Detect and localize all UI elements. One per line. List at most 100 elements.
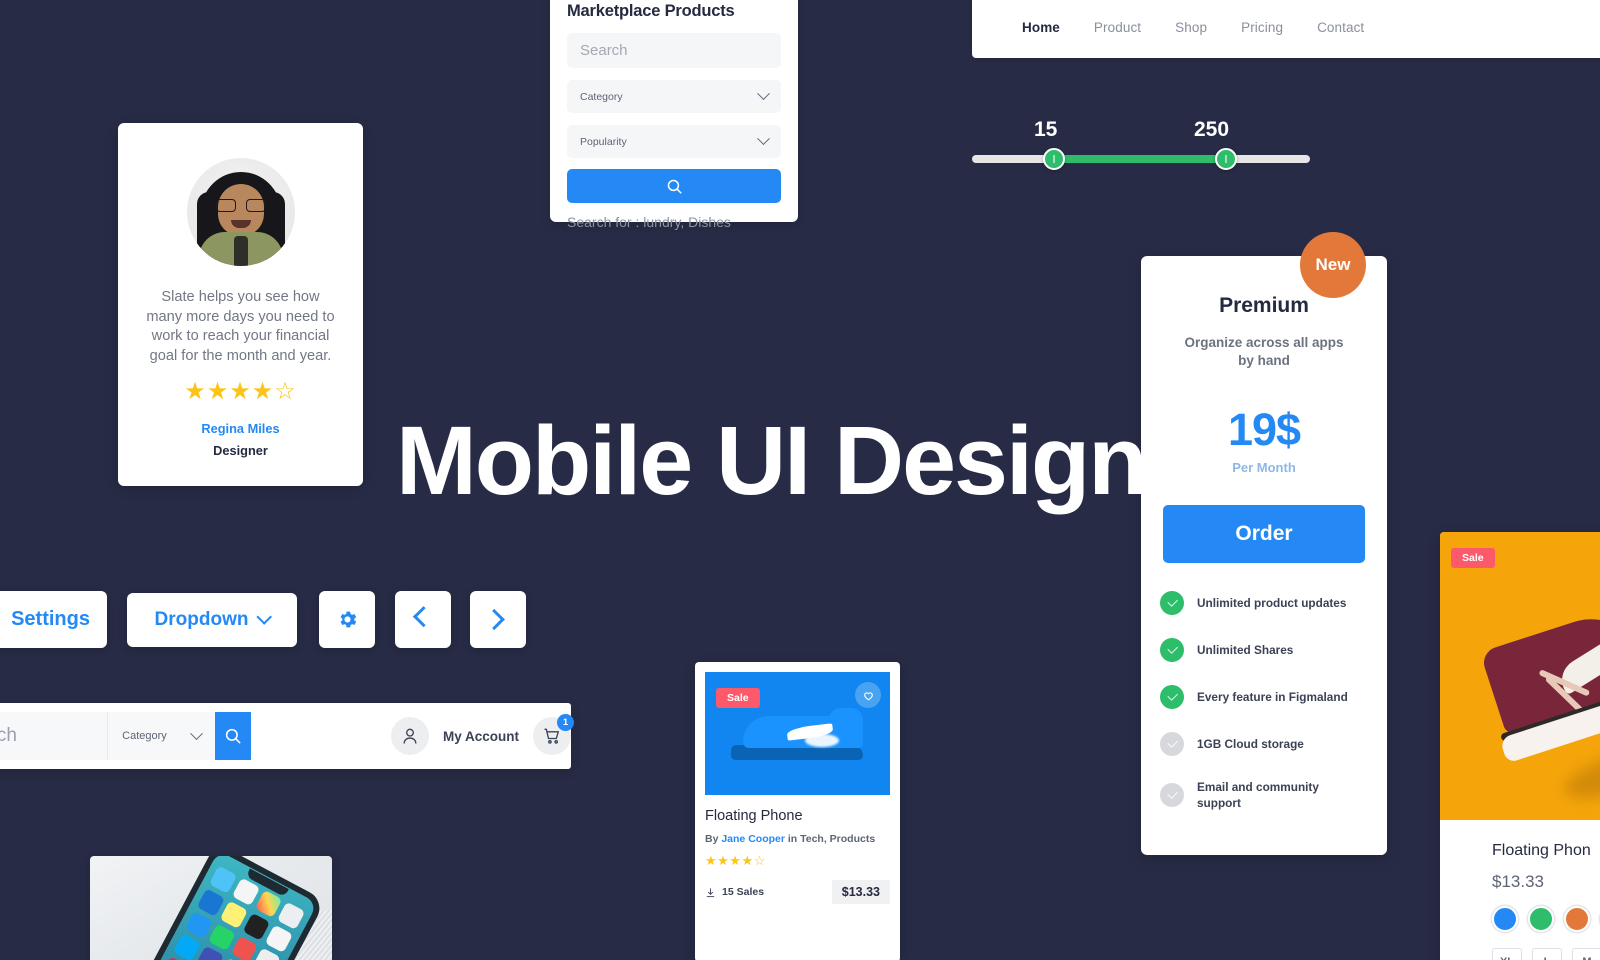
slider-handle-max[interactable]: [1215, 148, 1237, 170]
testimonial-author-role: Designer: [213, 443, 268, 459]
feature-label: Unlimited Shares: [1197, 643, 1294, 657]
previous-button[interactable]: [395, 591, 451, 648]
color-options: [1492, 906, 1600, 932]
chevron-down-icon: [757, 87, 770, 101]
pricing-card: Premium Organize across all apps by hand…: [1141, 256, 1387, 855]
product-footer: 15 Sales $13.33: [705, 880, 890, 904]
product-name: Floating Phone: [705, 808, 803, 824]
author-prefix: By: [705, 833, 722, 845]
cart-count-badge: 1: [557, 714, 574, 731]
product-sales: 15 Sales: [705, 886, 764, 898]
search-icon: [667, 179, 682, 194]
size-option-m[interactable]: M: [1572, 948, 1600, 960]
canvas: Home Product Shop Pricing Contact Market…: [0, 0, 1600, 960]
download-icon: [706, 887, 715, 897]
nav-item-home[interactable]: Home: [1022, 20, 1060, 35]
feature-item: 1GB Cloud storage: [1160, 732, 1387, 756]
search-input[interactable]: arch: [0, 712, 109, 760]
feature-label: Every feature in Figmaland: [1197, 690, 1348, 704]
phone-photo: [90, 856, 332, 960]
dropdown-button[interactable]: Dropdown: [127, 593, 297, 647]
top-navbar: Home Product Shop Pricing Contact: [972, 0, 1600, 58]
rating-filled: ★★★★: [184, 378, 275, 406]
marketplace-search-button[interactable]: [567, 169, 781, 203]
feature-item: Email and community support: [1160, 779, 1387, 811]
settings-gear-button[interactable]: [319, 591, 375, 648]
marketplace-popularity-label: Popularity: [580, 135, 627, 148]
page-title: Mobile UI Design: [396, 406, 1147, 515]
testimonial-quote: Slate helps you see how many more days y…: [146, 289, 335, 364]
check-circle-icon: [1160, 685, 1184, 709]
price-range-slider[interactable]: 15 250: [972, 118, 1310, 178]
account-avatar-button[interactable]: [390, 717, 429, 755]
marketplace-popularity-select[interactable]: Popularity: [567, 125, 781, 158]
sneaker-illustration: [1461, 567, 1600, 809]
size-options: XL L M: [1492, 948, 1600, 960]
check-circle-icon-disabled: [1160, 732, 1184, 756]
new-badge: New: [1300, 232, 1366, 298]
nav-item-product[interactable]: Product: [1094, 20, 1141, 35]
chevron-down-icon: [757, 132, 770, 146]
check-circle-icon-disabled: [1160, 783, 1184, 807]
next-button[interactable]: [470, 591, 526, 648]
marketplace-title: Marketplace Products: [567, 2, 735, 20]
plan-feature-list: Unlimited product updates Unlimited Shar…: [1160, 591, 1387, 811]
dropdown-label: Dropdown: [154, 609, 249, 630]
product-card-secondary[interactable]: Sale Floating Phon $13.33 XL L M: [1440, 532, 1600, 960]
color-swatch-green[interactable]: [1528, 906, 1554, 932]
size-option-l[interactable]: L: [1532, 948, 1562, 960]
testimonial-author-name[interactable]: Regina Miles: [201, 421, 279, 436]
marketplace-category-label: Category: [580, 90, 623, 103]
feature-item: Unlimited Shares: [1160, 638, 1387, 662]
account-label[interactable]: My Account: [443, 729, 519, 744]
plan-price: 19$: [1227, 404, 1301, 455]
chevron-down-icon: [190, 726, 203, 740]
search-category-select[interactable]: Category: [108, 712, 215, 760]
settings-button[interactable]: Settings: [0, 591, 107, 648]
slider-handle-min[interactable]: [1043, 148, 1065, 170]
check-circle-icon: [1160, 591, 1184, 615]
search-category-label: Category: [122, 730, 167, 742]
avatar: [186, 158, 295, 266]
search-icon: [225, 728, 241, 744]
product-card[interactable]: Sale Floating Phone By Jane Cooper in Te…: [695, 662, 900, 960]
product-image: Sale: [1440, 532, 1600, 820]
product-details: Floating Phon $13.33 XL L M: [1440, 820, 1600, 960]
cart-icon: [544, 728, 560, 744]
feature-label: 1GB Cloud storage: [1197, 737, 1304, 751]
testimonial-card: Slate helps you see how many more days y…: [118, 123, 363, 486]
color-swatch-blue[interactable]: [1492, 906, 1518, 932]
sale-badge: Sale: [1451, 548, 1495, 568]
plan-name: Premium: [1219, 294, 1309, 317]
slider-fill: [1054, 155, 1226, 163]
marketplace-hint: Search for : lundry, Dishes: [567, 214, 731, 230]
marketplace-category-select[interactable]: Category: [567, 80, 781, 113]
feature-item: Every feature in Figmaland: [1160, 685, 1387, 709]
favorite-button[interactable]: [855, 682, 881, 708]
rating-empty: ☆: [753, 853, 766, 868]
product-sales-label: 15 Sales: [722, 886, 765, 898]
product-price: $13.33: [1492, 872, 1544, 891]
cart-button[interactable]: 1: [533, 714, 574, 755]
chevron-right-icon: [483, 608, 505, 631]
rating-filled: ★★★★: [705, 853, 754, 868]
marketplace-search-input[interactable]: Search: [567, 33, 781, 68]
size-option-xl[interactable]: XL: [1492, 948, 1522, 960]
color-swatch-orange[interactable]: [1564, 906, 1590, 932]
chevron-left-icon: [412, 606, 434, 628]
check-circle-icon: [1160, 638, 1184, 662]
account-area: My Account 1: [390, 714, 574, 755]
nav-item-contact[interactable]: Contact: [1317, 20, 1364, 35]
nav-item-pricing[interactable]: Pricing: [1241, 20, 1283, 35]
site-search-bar: arch Category My Account 1: [0, 703, 574, 769]
product-price: $13.33: [831, 880, 890, 904]
product-rating: ★★★★☆: [705, 853, 890, 869]
feature-label: Unlimited product updates: [1197, 596, 1347, 610]
sale-badge: Sale: [716, 688, 760, 708]
nav-item-shop[interactable]: Shop: [1175, 20, 1207, 35]
testimonial-rating: ★★★★☆: [184, 380, 297, 404]
product-author[interactable]: Jane Cooper: [721, 833, 785, 845]
order-button[interactable]: Order: [1163, 505, 1365, 563]
search-submit-button[interactable]: [214, 712, 251, 760]
author-suffix: in Tech, Products: [784, 833, 876, 845]
